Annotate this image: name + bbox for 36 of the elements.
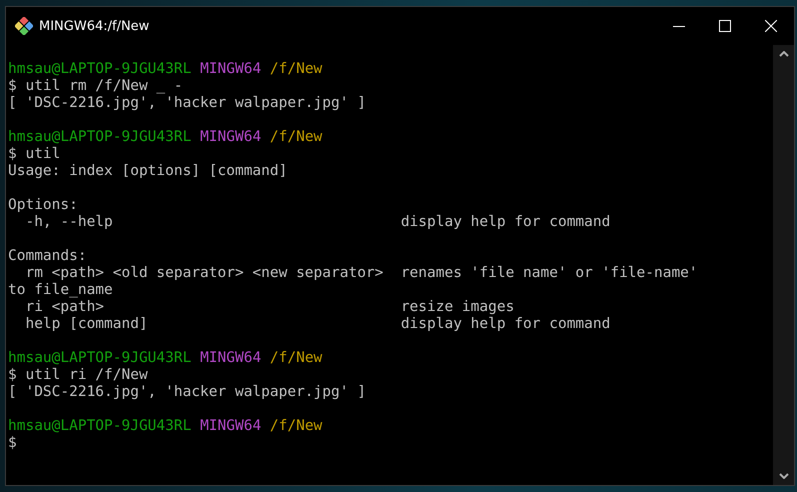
help-description: renames 'file name' or 'file-name': [400, 265, 698, 282]
terminal-line: [ 'DSC-2216.jpg', 'hacker walpaper.jpg' ]: [8, 95, 366, 112]
prompt-user-host: hmsau@LAPTOP-9JGU43RL: [8, 418, 192, 435]
scroll-up-icon[interactable]: [778, 51, 788, 57]
prompt-system: MINGW64: [200, 129, 262, 146]
terminal-line: $ util rm /f/New _ -: [8, 78, 183, 95]
help-command: help [command]: [24, 316, 148, 332]
terminal-line: to file_name: [8, 282, 113, 299]
maximize-icon[interactable]: [719, 20, 731, 32]
help-description: display help for command: [400, 214, 610, 231]
terminal-line: $ util: [8, 146, 60, 163]
prompt-path: /f/New: [270, 350, 322, 367]
prompt-user-host: hmsau@LAPTOP-9JGU43RL: [8, 61, 192, 78]
prompt-user-host: hmsau@LAPTOP-9JGU43RL: [8, 350, 192, 367]
help-description: resize images: [400, 299, 514, 316]
close-icon[interactable]: [765, 20, 777, 32]
app-logo-icon: [15, 17, 33, 35]
terminal-line: $: [8, 435, 17, 452]
window-title: MINGW64:/f/New: [39, 18, 150, 34]
prompt-system: MINGW64: [200, 61, 262, 78]
terminal-line: Commands:: [8, 248, 87, 265]
help-description: display help for command: [400, 316, 610, 333]
prompt-path: /f/New: [270, 418, 322, 435]
help-command: -h, --help: [24, 214, 113, 230]
prompt-path: /f/New: [270, 61, 322, 78]
help-command: ri <path>: [24, 299, 104, 315]
help-command: rm <path> <old separator> <new separator>: [24, 265, 384, 281]
prompt-system: MINGW64: [200, 350, 262, 367]
prompt-user-host: hmsau@LAPTOP-9JGU43RL: [8, 129, 192, 146]
terminal-line: Options:: [8, 197, 78, 214]
prompt-system: MINGW64: [200, 418, 262, 435]
terminal-line: Usage: index [options] [command]: [8, 163, 288, 180]
terminal-line: [ 'DSC-2216.jpg', 'hacker walpaper.jpg' ]: [8, 384, 366, 401]
prompt-path: /f/New: [270, 129, 322, 146]
terminal-line: $ util ri /f/New: [8, 367, 148, 384]
scroll-down-icon[interactable]: [778, 473, 788, 479]
